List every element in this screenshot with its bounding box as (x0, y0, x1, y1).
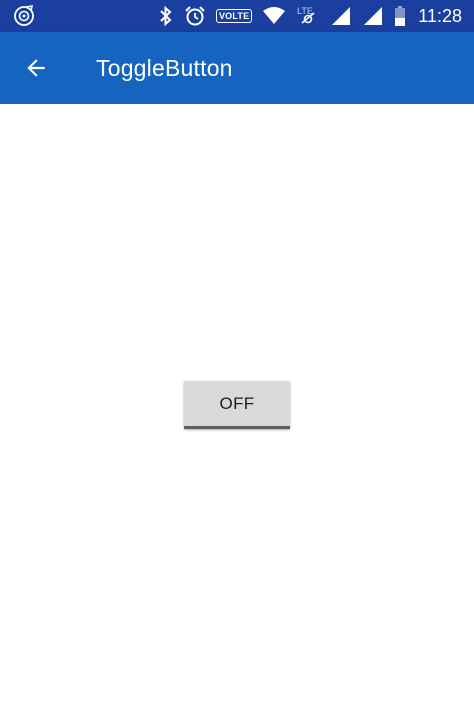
toggle-button-label: OFF (219, 394, 255, 413)
page-title: ToggleButton (96, 55, 233, 81)
battery-icon (395, 6, 406, 26)
lte-data-icon: LTE (297, 6, 315, 24)
arrow-back-icon (27, 59, 45, 77)
wifi-icon (263, 7, 286, 24)
toggle-button[interactable]: OFF (184, 381, 290, 429)
svg-text:LTE: LTE (297, 6, 313, 16)
toggle-state-indicator (184, 426, 290, 429)
back-button[interactable] (12, 44, 60, 92)
app-bar: ToggleButton (0, 32, 474, 104)
alarm-icon (185, 6, 205, 26)
volte-badge: VOLTE (215, 9, 253, 23)
bluetooth-icon (160, 5, 172, 27)
signal-icon (332, 7, 351, 25)
status-clock: 11:28 (418, 5, 462, 26)
main-content: OFF (0, 104, 474, 701)
signal-icon (364, 7, 383, 25)
app-notification-icon (14, 5, 34, 26)
status-bar: VOLTE LTE 11:28 (0, 0, 474, 32)
